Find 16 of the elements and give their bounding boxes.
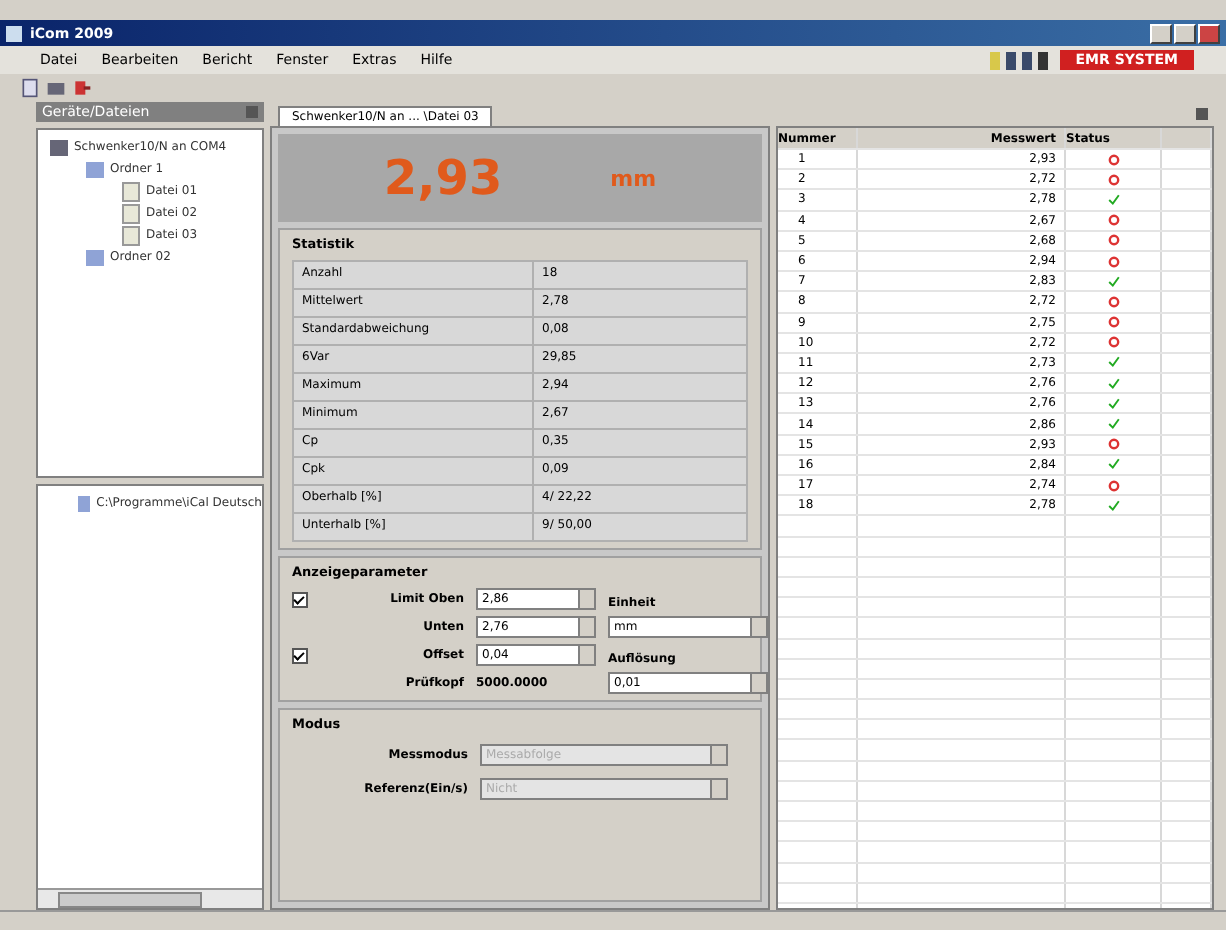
horizontal-scrollbar[interactable]: [38, 888, 262, 908]
minimize-button[interactable]: [1150, 23, 1172, 43]
measured-value: 2,93: [383, 150, 503, 206]
exit-icon[interactable]: [72, 78, 92, 98]
document-icon[interactable]: [20, 78, 40, 98]
device-icon[interactable]: [46, 78, 66, 98]
checkbox[interactable]: [292, 591, 308, 607]
maximize-button[interactable]: [1174, 23, 1196, 43]
folder-icon: [86, 161, 104, 177]
folder-icon: [86, 249, 104, 265]
close-button[interactable]: [1198, 23, 1220, 43]
folder-icon: [78, 495, 91, 511]
device-icon: [50, 139, 68, 155]
app-icon: [6, 25, 22, 41]
unit-label: mm: [610, 165, 657, 191]
checkbox[interactable]: [292, 647, 308, 663]
